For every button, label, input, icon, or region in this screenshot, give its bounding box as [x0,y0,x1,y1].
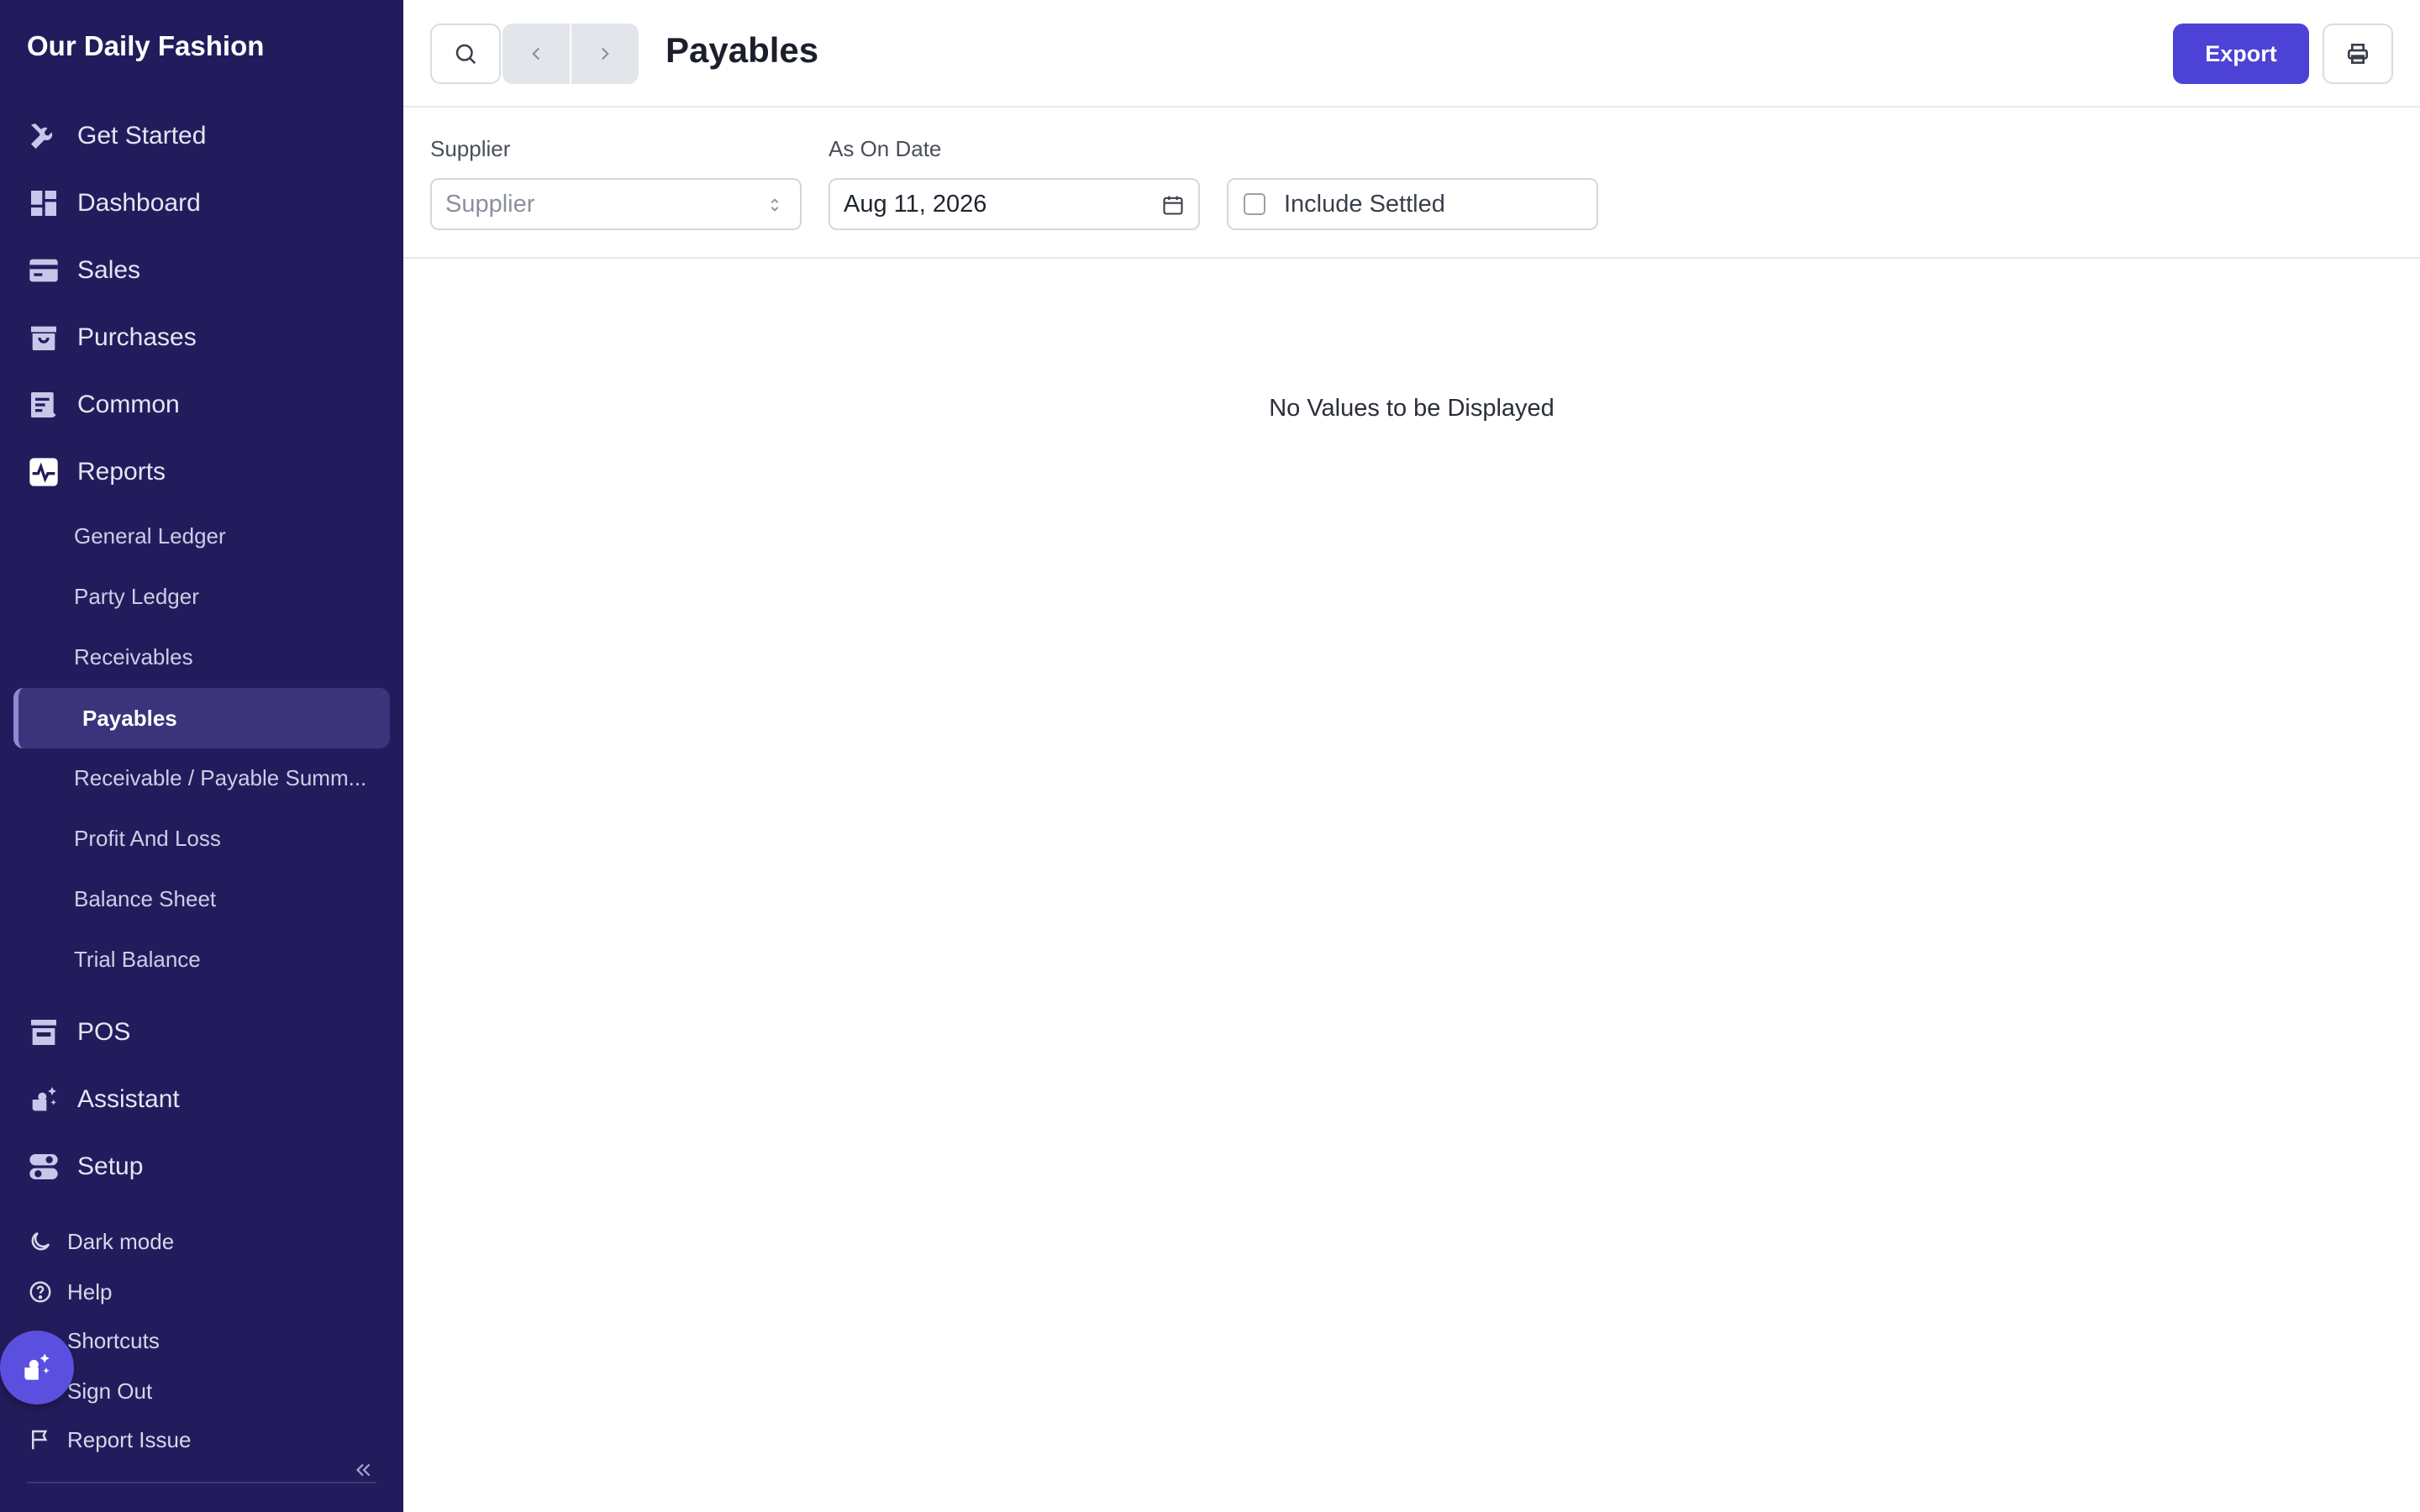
nav-purchases[interactable]: Purchases [25,312,197,363]
sub-receivable-payable-summary[interactable]: Receivable / Payable Summ... [74,754,366,801]
collapse-sidebar-button[interactable] [350,1457,376,1483]
chevron-left-icon [532,47,540,60]
page-header: Payables Export [403,0,2420,108]
supplier-label: Supplier [430,136,511,161]
footer-label: Report Issue [67,1426,192,1452]
nav-label: Get Started [77,122,207,150]
nav-label: Sales [77,256,141,284]
nav-setup[interactable]: Setup [25,1142,143,1192]
search-icon [455,44,476,65]
help-button[interactable]: Help [27,1273,112,1310]
dashboard-icon [25,185,62,222]
nav-label: Assistant [77,1085,180,1113]
sub-trial-balance[interactable]: Trial Balance [74,936,201,983]
chevron-right-icon [601,47,609,60]
nav-sales[interactable]: Sales [25,245,140,296]
nav-label: Purchases [77,323,197,351]
filter-bar: Supplier Supplier As On Date Aug 11, 202… [403,109,2420,259]
footer-label: Shortcuts [67,1327,160,1353]
pos-icon [25,1014,62,1051]
setup-icon [25,1148,62,1185]
double-chevron-left-icon [355,1463,371,1477]
sidebar-divider [27,1482,376,1483]
nav-reports[interactable]: Reports [25,447,166,497]
printer-icon [2348,44,2368,64]
nav-label: Setup [77,1152,144,1180]
supplier-placeholder: Supplier [445,190,535,218]
as-on-date-label: As On Date [829,136,942,161]
footer-label: Sign Out [67,1378,153,1404]
date-value: Aug 11, 2026 [844,190,987,218]
include-settled-field[interactable]: Include Settled [1227,178,1598,230]
sub-profit-and-loss[interactable]: Profit And Loss [74,815,221,862]
footer-label: Dark mode [67,1228,175,1254]
nav-pos[interactable]: POS [25,1007,130,1058]
export-button[interactable]: Export [2173,24,2309,84]
sub-party-ledger[interactable]: Party Ledger [74,573,199,620]
report-issue-button[interactable]: Report Issue [27,1421,191,1458]
footer-label: Help [67,1278,113,1305]
tools-icon [25,118,62,155]
search-button[interactable] [430,24,501,84]
nav-label: Dashboard [77,189,201,217]
sub-balance-sheet[interactable]: Balance Sheet [74,875,216,922]
include-settled-checkbox[interactable] [1244,193,1265,215]
purchases-icon [25,319,62,356]
nav-dashboard[interactable]: Dashboard [25,178,201,228]
sub-general-ledger[interactable]: General Ledger [74,512,226,559]
flag-icon [27,1426,54,1453]
sidebar: Our Daily Fashion Get Started Dashboard … [0,0,403,1512]
help-icon [27,1278,54,1305]
nav-label: Reports [77,458,166,486]
reports-icon [25,454,62,491]
nav-label: POS [77,1018,131,1046]
nav-assistant[interactable]: Assistant [25,1074,180,1125]
print-button[interactable] [2323,24,2393,84]
nav-get-started[interactable]: Get Started [25,111,206,161]
select-arrows-icon [761,192,788,218]
empty-state-message: No Values to be Displayed [1269,395,1555,422]
company-name[interactable]: Our Daily Fashion [27,30,264,62]
assistant-fab-button[interactable] [0,1331,74,1404]
page-title: Payables [666,30,819,70]
sub-receivables[interactable]: Receivables [74,633,193,680]
sub-payables[interactable]: Payables [13,688,390,748]
moon-icon [27,1228,54,1255]
nav-common[interactable]: Common [25,380,180,430]
calendar-icon[interactable] [1160,192,1186,218]
dark-mode-button[interactable]: Dark mode [27,1223,174,1260]
assistant-sparkle-icon [24,1353,50,1380]
sales-icon [25,252,62,289]
supplier-select[interactable]: Supplier [430,178,802,230]
common-icon [25,386,62,423]
assistant-icon [25,1081,62,1118]
nav-label: Common [77,391,180,418]
include-settled-label: Include Settled [1284,190,1445,218]
back-button[interactable] [502,24,570,84]
forward-button[interactable] [571,24,639,84]
as-on-date-input[interactable]: Aug 11, 2026 [829,178,1200,230]
